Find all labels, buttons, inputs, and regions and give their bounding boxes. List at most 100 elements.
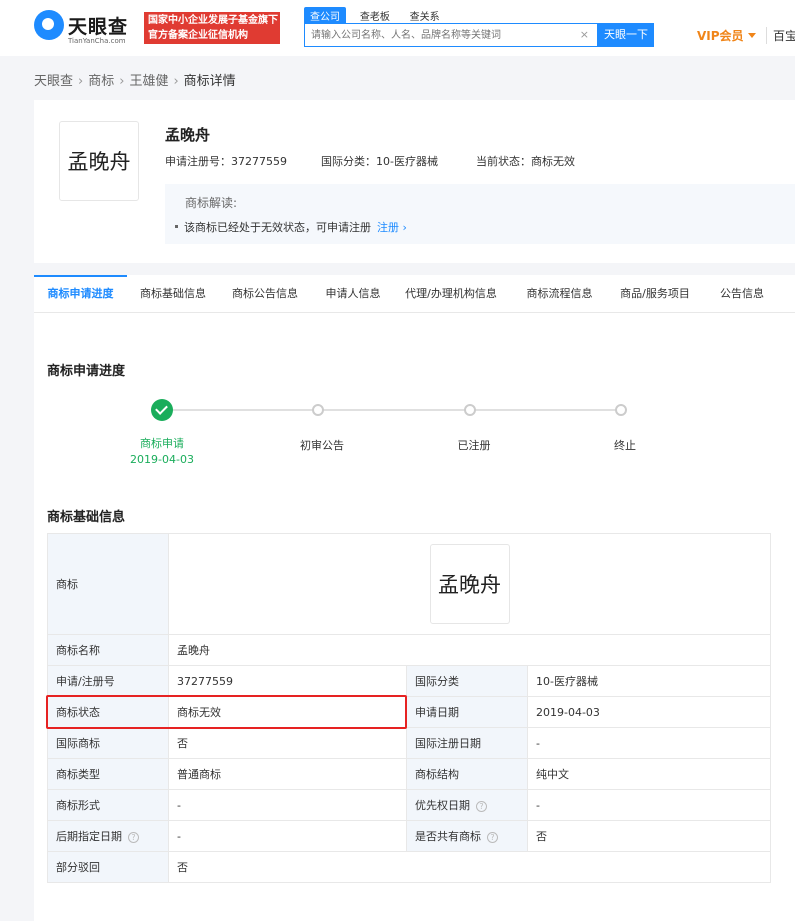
table-value: 37277559 bbox=[168, 665, 407, 697]
basic-info-section-title: 商标基础信息 bbox=[47, 510, 126, 525]
step-node-icon bbox=[312, 404, 324, 416]
step-node-icon bbox=[464, 404, 476, 416]
table-value: - bbox=[526, 789, 772, 821]
table-row: 商标名称 孟晚舟 bbox=[47, 634, 772, 666]
table-value: - bbox=[168, 820, 407, 852]
table-label-cell: 优先权日期? bbox=[406, 789, 528, 821]
reg-no-meta: 申请注册号：37277559 bbox=[165, 153, 287, 169]
interpretation-text: 该商标已经处于无效状态，可申请注册 bbox=[184, 221, 371, 234]
vip-label: VIP会员 bbox=[697, 29, 744, 43]
step-label-apply: 商标申请 bbox=[140, 437, 184, 450]
intl-class-meta: 国际分类：10-医疗器械 bbox=[321, 153, 438, 169]
trademark-interpretation: 商标解读: 该商标已经处于无效状态，可申请注册 注册 › bbox=[165, 184, 795, 244]
main-panel: 商标申请进度 商标申请 2019-04-03 初审公告 已注册 终止 商标基础信… bbox=[34, 313, 795, 921]
logo-subtitle: TianYanCha.com bbox=[68, 37, 126, 45]
official-badge: 国家中小企业发展子基金旗下 官方备案企业征信机构 bbox=[144, 12, 280, 44]
table-value: 否 bbox=[167, 851, 772, 883]
table-label: 商标类型 bbox=[47, 758, 169, 790]
trademark-title: 孟晚舟 bbox=[165, 126, 211, 144]
table-label-cell: 是否共有商标? bbox=[406, 820, 528, 852]
search-tab-relation[interactable]: 查关系 bbox=[404, 7, 446, 24]
register-link[interactable]: 注册 › bbox=[377, 221, 407, 234]
tab-process-info[interactable]: 商标流程信息 bbox=[507, 275, 612, 312]
trademark-image: 孟晚舟 bbox=[429, 544, 510, 624]
tab-notice-info[interactable]: 公告信息 bbox=[706, 275, 778, 312]
progress-section-title: 商标申请进度 bbox=[47, 364, 126, 379]
logo-eye-icon bbox=[34, 10, 64, 40]
breadcrumb-home[interactable]: 天眼查 bbox=[34, 74, 73, 89]
table-row: 商标 孟晚舟 bbox=[47, 533, 772, 635]
tab-goods-services[interactable]: 商品/服务项目 bbox=[612, 275, 698, 312]
table-row: 商标类型 普通商标 商标结构 纯中文 bbox=[47, 758, 772, 790]
table-label: 国际注册日期 bbox=[406, 727, 528, 759]
step-date-apply: 2019-04-03 bbox=[130, 453, 194, 466]
breadcrumb-trademark[interactable]: 商标 bbox=[88, 74, 114, 89]
header-right-link[interactable]: 百宝 bbox=[766, 27, 795, 44]
table-row: 商标形式 - 优先权日期? - bbox=[47, 789, 772, 821]
basic-info-table: 商标 孟晚舟 商标名称 孟晚舟 申请/注册号 37277559 国际分类 10-… bbox=[47, 533, 772, 883]
badge-line-2: 官方备案企业征信机构 bbox=[148, 30, 248, 41]
detail-tabs: 商标申请进度 商标基础信息 商标公告信息 申请人信息 代理/办理机构信息 商标流… bbox=[34, 275, 795, 313]
search-input[interactable] bbox=[305, 24, 575, 46]
tab-agency-info[interactable]: 代理/办理机构信息 bbox=[395, 275, 507, 312]
search-tab-company[interactable]: 查公司 bbox=[304, 7, 346, 24]
table-value: 否 bbox=[168, 727, 407, 759]
table-row: 商标状态 商标无效 申请日期 2019-04-03 bbox=[47, 696, 772, 728]
breadcrumb-separator-icon: › bbox=[119, 74, 125, 89]
help-icon[interactable]: ? bbox=[476, 801, 487, 812]
table-row: 部分驳回 否 bbox=[47, 851, 772, 883]
table-label: 优先权日期 bbox=[415, 799, 470, 812]
top-header: 天眼查 TianYanCha.com 国家中小企业发展子基金旗下 官方备案企业征… bbox=[0, 0, 795, 56]
reg-no-value: 37277559 bbox=[231, 155, 287, 168]
table-label: 商标结构 bbox=[406, 758, 528, 790]
step-done-check-icon bbox=[151, 399, 173, 421]
help-icon[interactable]: ? bbox=[128, 832, 139, 843]
reg-no-label: 申请注册号： bbox=[165, 155, 231, 168]
help-icon[interactable]: ? bbox=[487, 832, 498, 843]
table-label: 商标状态 bbox=[47, 696, 169, 728]
logo-name: 天眼查 bbox=[68, 16, 129, 38]
breadcrumb-owner[interactable]: 王雄健 bbox=[129, 74, 168, 89]
status-label: 当前状态： bbox=[476, 155, 531, 168]
interpretation-title: 商标解读: bbox=[185, 196, 238, 210]
breadcrumb-separator-icon: › bbox=[78, 74, 84, 89]
trademark-summary-card: 孟晚舟 孟晚舟 申请注册号：37277559 国际分类：10-医疗器械 当前状态… bbox=[34, 100, 795, 263]
table-value: - bbox=[526, 727, 772, 759]
search-button[interactable]: 天眼一下 bbox=[598, 23, 654, 47]
status-value: 商标无效 bbox=[531, 155, 575, 168]
trademark-image: 孟晚舟 bbox=[59, 121, 139, 201]
vip-menu[interactable]: VIP会员 bbox=[697, 27, 756, 44]
table-label: 商标形式 bbox=[47, 789, 169, 821]
table-label: 后期指定日期 bbox=[56, 830, 122, 843]
step-node-icon bbox=[615, 404, 627, 416]
table-value: 2019-04-03 bbox=[526, 696, 772, 728]
tab-basic-info[interactable]: 商标基础信息 bbox=[127, 275, 219, 312]
tab-announcement-info[interactable]: 商标公告信息 bbox=[219, 275, 311, 312]
caret-down-icon bbox=[747, 33, 756, 38]
table-row: 国际商标 否 国际注册日期 - bbox=[47, 727, 772, 759]
search-tab-boss[interactable]: 查老板 bbox=[354, 7, 396, 24]
intl-class-label: 国际分类： bbox=[321, 155, 376, 168]
status-meta: 当前状态：商标无效 bbox=[476, 153, 575, 169]
table-label: 申请/注册号 bbox=[47, 665, 169, 697]
tab-application-progress[interactable]: 商标申请进度 bbox=[34, 275, 127, 312]
table-label: 部分驳回 bbox=[47, 851, 169, 883]
interpretation-item: 该商标已经处于无效状态，可申请注册 注册 › bbox=[175, 219, 407, 235]
badge-line-1: 国家中小企业发展子基金旗下 bbox=[148, 15, 278, 26]
table-label-cell: 后期指定日期? bbox=[47, 820, 169, 852]
intl-class-value: 10-医疗器械 bbox=[376, 155, 438, 168]
breadcrumb: 天眼查 › 商标 › 王雄健 › 商标详情 bbox=[34, 70, 236, 89]
clear-icon[interactable]: × bbox=[580, 28, 589, 41]
tianyancha-logo[interactable]: 天眼查 TianYanCha.com bbox=[34, 10, 140, 46]
table-label: 商标名称 bbox=[47, 634, 169, 666]
tab-applicant-info[interactable]: 申请人信息 bbox=[311, 275, 395, 312]
table-label: 是否共有商标 bbox=[415, 830, 481, 843]
step-label-preliminary: 初审公告 bbox=[300, 439, 344, 452]
search-type-tabs: 查公司 查老板 查关系 bbox=[304, 7, 450, 24]
table-row: 申请/注册号 37277559 国际分类 10-医疗器械 bbox=[47, 665, 772, 697]
table-label: 申请日期 bbox=[406, 696, 528, 728]
trademark-image-label: 商标 bbox=[47, 533, 169, 635]
table-value: 10-医疗器械 bbox=[526, 665, 772, 697]
table-value: 普通商标 bbox=[168, 758, 407, 790]
table-value: 商标无效 bbox=[168, 696, 407, 728]
